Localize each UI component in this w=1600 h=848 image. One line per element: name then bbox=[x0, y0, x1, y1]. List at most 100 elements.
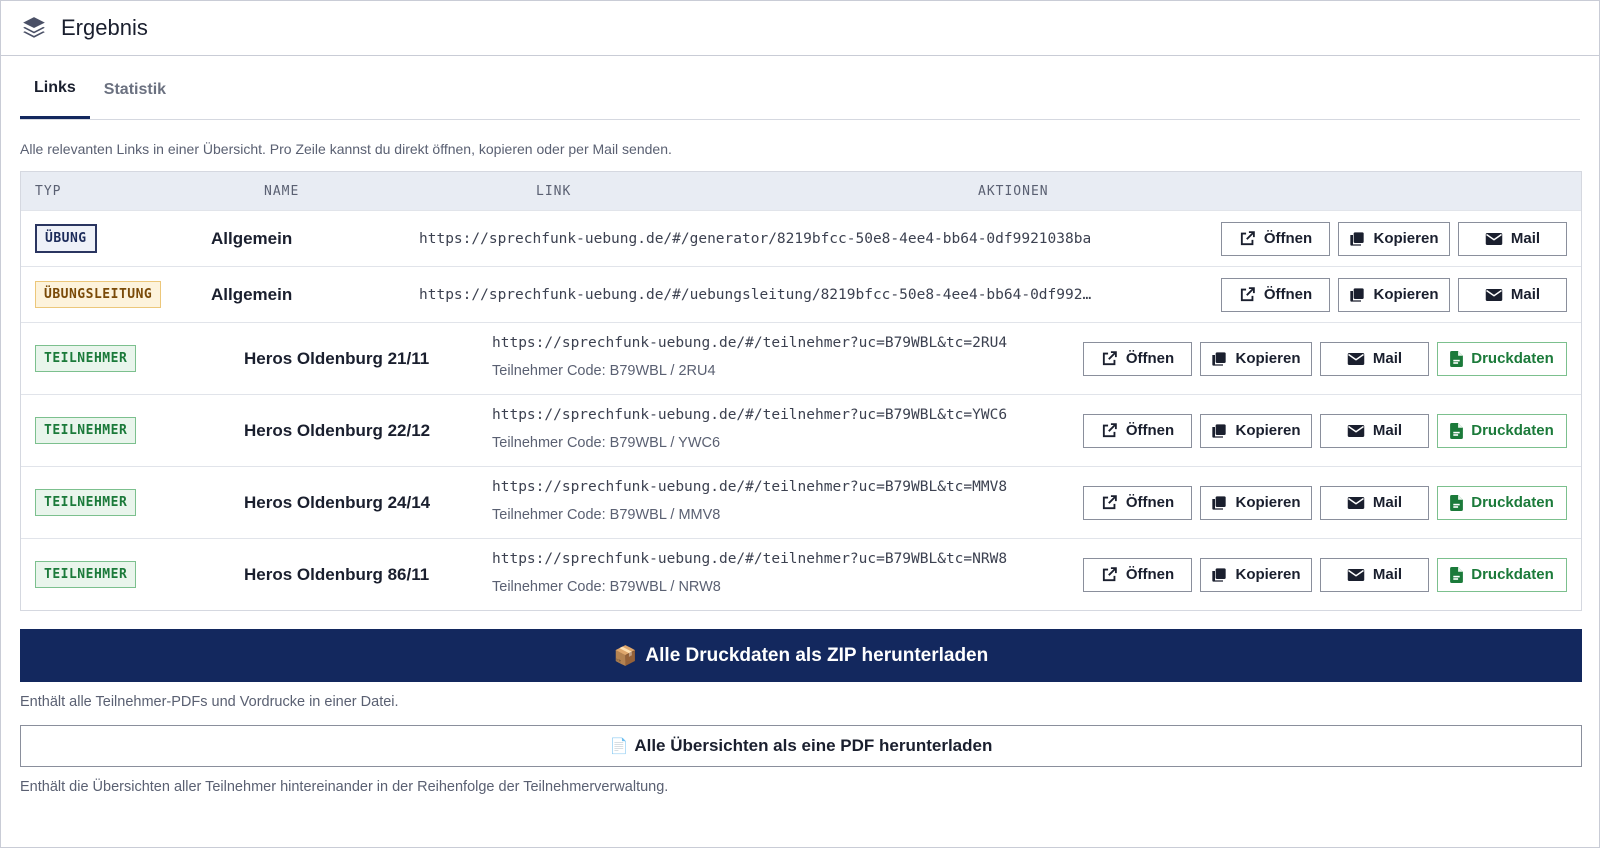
copy-button[interactable]: Kopieren bbox=[1200, 485, 1312, 520]
column-header-name: NAME bbox=[264, 183, 300, 199]
row-link: https://sprechfunk-uebung.de/#/teilnehme… bbox=[492, 335, 1008, 351]
button-label: Kopieren bbox=[1373, 230, 1439, 247]
button-label: Öffnen bbox=[1125, 494, 1175, 511]
copy-button[interactable]: Kopieren bbox=[1200, 341, 1312, 376]
button-label: Kopieren bbox=[1235, 422, 1301, 439]
pdf-note: Enthält die Übersichten aller Teilnehmer… bbox=[20, 779, 669, 795]
mail-button[interactable]: Mail bbox=[1458, 277, 1567, 312]
row-link: https://sprechfunk-uebung.de/#/generator… bbox=[419, 230, 1092, 247]
button-label: Mail bbox=[1510, 230, 1541, 247]
external-link-icon bbox=[1101, 494, 1118, 511]
row-name: Allgemein bbox=[211, 228, 293, 248]
table-row: TEILNEHMER Heros Oldenburg 86/11 https://s… bbox=[21, 538, 1581, 610]
button-label: Öffnen bbox=[1125, 350, 1175, 367]
table-row: TEILNEHMER Heros Oldenburg 21/11 https://s… bbox=[21, 322, 1581, 394]
type-badge: TEILNEHMER bbox=[35, 345, 137, 372]
copy-icon bbox=[1211, 567, 1227, 583]
external-link-icon bbox=[1101, 566, 1118, 583]
open-button[interactable]: Öffnen bbox=[1221, 221, 1330, 256]
mail-button[interactable]: Mail bbox=[1320, 413, 1429, 448]
button-label: Öffnen bbox=[1125, 422, 1175, 439]
open-button[interactable]: Öffnen bbox=[1083, 341, 1192, 376]
participant-code: Teilnehmer Code: B79WBL / MMV8 bbox=[492, 507, 721, 523]
mail-button[interactable]: Mail bbox=[1320, 485, 1429, 520]
type-badge: TEILNEHMER bbox=[35, 561, 137, 588]
row-actions: Öffnen Kopieren Mail Druckdaten bbox=[1083, 485, 1567, 520]
copy-icon bbox=[1349, 287, 1365, 303]
button-label: Öffnen bbox=[1125, 566, 1175, 583]
row-actions: Öffnen Kopieren Mail bbox=[1221, 277, 1567, 312]
download-pdf-button[interactable]: 📄 Alle Übersichten als eine PDF herunter… bbox=[20, 725, 1582, 767]
column-header-aktionen: AKTIONEN bbox=[978, 183, 1049, 199]
copy-icon bbox=[1211, 351, 1227, 367]
copy-button[interactable]: Kopieren bbox=[1338, 277, 1450, 312]
druckdaten-button[interactable]: Druckdaten bbox=[1437, 485, 1567, 520]
druckdaten-button[interactable]: Druckdaten bbox=[1437, 413, 1567, 448]
description-text: Alle relevanten Links in einer Übersicht… bbox=[20, 141, 672, 157]
open-button[interactable]: Öffnen bbox=[1083, 413, 1192, 448]
button-label: Kopieren bbox=[1235, 566, 1301, 583]
layers-icon bbox=[21, 15, 47, 41]
copy-icon bbox=[1211, 423, 1227, 439]
document-icon: 📄 bbox=[609, 738, 629, 755]
mail-button[interactable]: Mail bbox=[1458, 221, 1567, 256]
row-link: https://sprechfunk-uebung.de/#/teilnehme… bbox=[492, 551, 1008, 567]
druckdaten-button[interactable]: Druckdaten bbox=[1437, 557, 1567, 592]
file-icon bbox=[1450, 566, 1464, 583]
mail-icon bbox=[1347, 567, 1365, 583]
external-link-icon bbox=[1101, 422, 1118, 439]
druckdaten-button[interactable]: Druckdaten bbox=[1437, 341, 1567, 376]
copy-button[interactable]: Kopieren bbox=[1338, 221, 1450, 256]
tab-links[interactable]: Links bbox=[20, 73, 90, 119]
external-link-icon bbox=[1239, 230, 1256, 247]
table-row: ÜBUNG Allgemein https://sprechfunk-uebung.… bbox=[21, 210, 1581, 266]
open-button[interactable]: Öffnen bbox=[1221, 277, 1330, 312]
button-label: Druckdaten bbox=[1471, 350, 1554, 367]
tab-statistik[interactable]: Statistik bbox=[90, 73, 180, 119]
copy-icon bbox=[1211, 495, 1227, 511]
button-label: Kopieren bbox=[1235, 494, 1301, 511]
mail-button[interactable]: Mail bbox=[1320, 341, 1429, 376]
open-button[interactable]: Öffnen bbox=[1083, 485, 1192, 520]
button-label: Mail bbox=[1510, 286, 1541, 303]
button-label: Druckdaten bbox=[1471, 494, 1554, 511]
row-link: https://sprechfunk-uebung.de/#/teilnehme… bbox=[492, 407, 1008, 423]
download-zip-button[interactable]: 📦 Alle Druckdaten als ZIP herunterladen bbox=[20, 629, 1582, 682]
tab-bar: Links Statistik bbox=[20, 74, 1580, 120]
type-badge: ÜBUNG bbox=[35, 224, 97, 253]
mail-icon bbox=[1347, 351, 1365, 367]
row-name: Heros Oldenburg 22/12 bbox=[244, 420, 431, 440]
button-label: Kopieren bbox=[1373, 286, 1439, 303]
download-zip-label: Alle Druckdaten als ZIP herunterladen bbox=[645, 644, 989, 666]
external-link-icon bbox=[1101, 350, 1118, 367]
table-row: TEILNEHMER Heros Oldenburg 24/14 https://s… bbox=[21, 466, 1581, 538]
column-header-typ: TYP bbox=[35, 183, 62, 199]
mail-icon bbox=[1485, 231, 1503, 247]
row-link: https://sprechfunk-uebung.de/#/uebungsle… bbox=[419, 286, 1092, 303]
type-badge: TEILNEHMER bbox=[35, 489, 137, 516]
file-icon bbox=[1450, 350, 1464, 367]
button-label: Druckdaten bbox=[1471, 422, 1554, 439]
mail-button[interactable]: Mail bbox=[1320, 557, 1429, 592]
button-label: Kopieren bbox=[1235, 350, 1301, 367]
zip-note: Enthält alle Teilnehmer-PDFs und Vordruc… bbox=[20, 694, 399, 710]
row-name: Heros Oldenburg 24/14 bbox=[244, 492, 431, 512]
mail-icon bbox=[1485, 287, 1503, 303]
file-icon bbox=[1450, 494, 1464, 511]
copy-button[interactable]: Kopieren bbox=[1200, 413, 1312, 448]
participant-code: Teilnehmer Code: B79WBL / NRW8 bbox=[492, 579, 721, 595]
row-actions: Öffnen Kopieren Mail Druckdaten bbox=[1083, 413, 1567, 448]
row-link: https://sprechfunk-uebung.de/#/teilnehme… bbox=[492, 479, 1008, 495]
row-name: Allgemein bbox=[211, 284, 293, 304]
type-badge: TEILNEHMER bbox=[35, 417, 137, 444]
file-icon bbox=[1450, 422, 1464, 439]
copy-button[interactable]: Kopieren bbox=[1200, 557, 1312, 592]
row-actions: Öffnen Kopieren Mail Druckdaten bbox=[1083, 557, 1567, 592]
participant-code: Teilnehmer Code: B79WBL / 2RU4 bbox=[492, 363, 716, 379]
type-badge: ÜBUNGSLEITUNG bbox=[35, 281, 162, 308]
table-row: TEILNEHMER Heros Oldenburg 22/12 https://s… bbox=[21, 394, 1581, 466]
open-button[interactable]: Öffnen bbox=[1083, 557, 1192, 592]
page-title: Ergebnis bbox=[61, 15, 148, 40]
button-label: Mail bbox=[1372, 350, 1403, 367]
download-pdf-label: Alle Übersichten als eine PDF herunterla… bbox=[634, 736, 993, 755]
